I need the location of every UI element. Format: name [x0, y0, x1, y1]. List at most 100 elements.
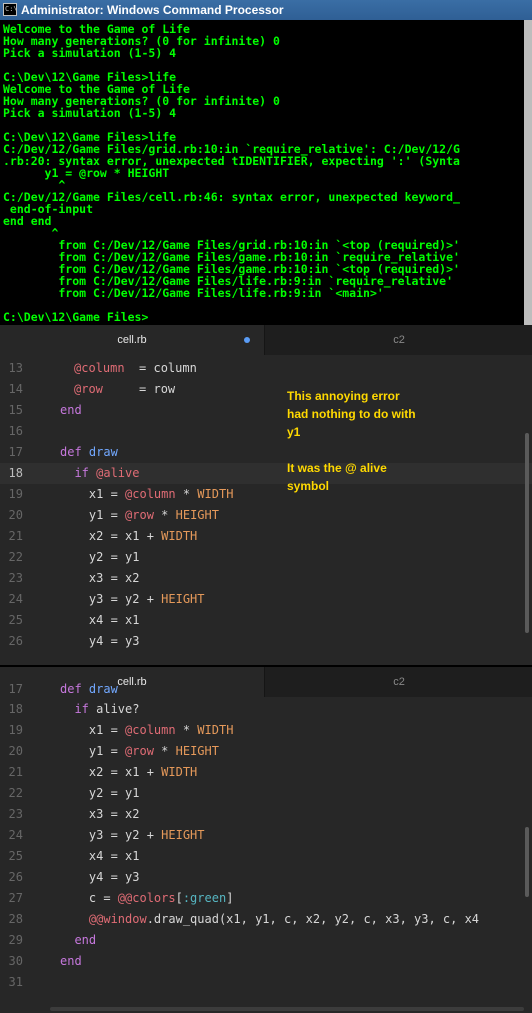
- code-text: if @alive: [60, 463, 139, 484]
- code-text: end: [60, 951, 82, 972]
- code-line[interactable]: 29 end: [0, 930, 532, 951]
- code-line[interactable]: 30 end: [0, 951, 532, 972]
- code-token: @@colors: [117, 891, 176, 905]
- code-text: y1 = @row * HEIGHT: [60, 505, 219, 526]
- line-number: 15: [8, 403, 23, 417]
- code-token: @@window: [88, 912, 147, 926]
- annotation-line: symbol: [287, 479, 330, 493]
- tab-cell-rb[interactable]: cell.rb: [0, 325, 264, 355]
- code-token: HEIGHT: [175, 744, 219, 758]
- line-number: 26: [8, 870, 23, 884]
- code-text: if alive?: [60, 699, 139, 720]
- code-text: @row = row: [74, 379, 175, 400]
- code-token: x1 =: [60, 487, 126, 501]
- line-number: 19: [8, 723, 23, 737]
- line-number: 17: [8, 445, 23, 459]
- code-token: draw: [88, 445, 118, 459]
- code-token: HEIGHT: [161, 592, 205, 606]
- code-text: y3 = y2 + HEIGHT: [60, 825, 205, 846]
- annotation-line: y1: [287, 425, 301, 439]
- annotation-note: This annoying error had nothing to do wi…: [287, 387, 487, 495]
- code-text: y1 = @row * HEIGHT: [60, 741, 219, 762]
- annotation-line: It was the @ alive: [287, 461, 387, 475]
- code-line[interactable]: 17 def draw: [0, 683, 532, 699]
- editor-pane-top[interactable]: cell.rb c2 13 @column = column 14 @row = ro…: [0, 325, 532, 665]
- code-token: @row: [125, 744, 154, 758]
- code-text: x1 = @column * WIDTH: [60, 484, 234, 505]
- code-area[interactable]: 17 def draw 18 if alive? 19 x1 = @column * …: [0, 683, 532, 993]
- code-line[interactable]: 31: [0, 972, 532, 993]
- code-line[interactable]: 22 y2 = y1: [0, 783, 532, 804]
- code-token: alive?: [96, 702, 140, 716]
- code-text: @@window.draw_quad(x1, y1, c, x2, y2, c,…: [60, 909, 479, 930]
- horizontal-scrollbar[interactable]: [50, 1007, 524, 1011]
- code-line[interactable]: 18 if alive?: [0, 699, 532, 720]
- code-line[interactable]: 20 y1 = @row * HEIGHT: [0, 741, 532, 762]
- code-text: end: [60, 400, 82, 421]
- code-line[interactable]: 23 x3 = x2: [0, 568, 532, 589]
- console-line: Pick a simulation (1-5) 4: [3, 46, 177, 60]
- code-line[interactable]: 20 y1 = @row * HEIGHT: [0, 505, 532, 526]
- tab-label: c2: [393, 334, 405, 346]
- line-number: 24: [8, 592, 23, 606]
- window-title-bar[interactable]: Administrator: Windows Command Processor: [0, 0, 532, 20]
- line-number: 28: [8, 912, 23, 926]
- unsaved-dot-icon: [244, 337, 250, 343]
- line-number: 22: [8, 550, 23, 564]
- console-line: C:\Dev\12\Game Files>: [3, 310, 149, 324]
- code-line[interactable]: 25 x4 = x1: [0, 610, 532, 631]
- console-line: Pick a simulation (1-5) 4: [3, 106, 177, 120]
- code-token: @column: [74, 361, 125, 375]
- editor-pane-bottom[interactable]: cell.rb c2 17 def draw 18 if alive? 19 x1 =…: [0, 667, 532, 1013]
- code-line[interactable]: 24 y3 = y2 + HEIGHT: [0, 825, 532, 846]
- code-text: x4 = x1: [60, 610, 140, 631]
- code-line[interactable]: 26 y4 = y3: [0, 631, 532, 652]
- command-prompt-window[interactable]: Administrator: Windows Command Processor…: [0, 0, 532, 325]
- code-text: @column = column: [74, 358, 197, 379]
- console-line: y1 = @row * HEIGHT: [3, 166, 170, 180]
- code-line[interactable]: 24 y3 = y2 + HEIGHT: [0, 589, 532, 610]
- code-text: def draw: [60, 442, 118, 463]
- code-token: x2 = x1 +: [60, 765, 162, 779]
- code-line[interactable]: 21 x2 = x1 + WIDTH: [0, 762, 532, 783]
- code-token: *: [175, 487, 198, 501]
- window-title: Administrator: Windows Command Processor: [21, 3, 284, 17]
- line-number: 18: [8, 466, 23, 480]
- code-line[interactable]: 13 @column = column: [0, 358, 532, 379]
- code-token: y4 = y3: [60, 634, 140, 648]
- code-text: y2 = y1: [60, 547, 140, 568]
- console-scrollbar[interactable]: [524, 20, 532, 325]
- vertical-scrollbar[interactable]: [525, 827, 529, 897]
- code-text: end: [60, 930, 96, 951]
- line-number: 20: [8, 744, 23, 758]
- console-output[interactable]: Welcome to the Game of Life How many gene…: [3, 23, 532, 323]
- code-token: WIDTH: [161, 765, 198, 779]
- code-token: *: [153, 508, 176, 522]
- line-number: 18: [8, 702, 23, 716]
- tab-c2[interactable]: c2: [264, 325, 532, 355]
- code-line[interactable]: 21 x2 = x1 + WIDTH: [0, 526, 532, 547]
- line-number: 23: [8, 807, 23, 821]
- line-number: 25: [8, 849, 23, 863]
- console-line: end end: [3, 214, 52, 228]
- code-text: x2 = x1 + WIDTH: [60, 762, 197, 783]
- code-line[interactable]: 19 x1 = @column * WIDTH: [0, 720, 532, 741]
- line-number: 30: [8, 954, 23, 968]
- code-token: y2 = y1: [60, 550, 140, 564]
- vertical-scrollbar[interactable]: [525, 433, 529, 633]
- code-token: y2 = y1: [60, 786, 140, 800]
- code-token: end: [60, 954, 82, 968]
- annotation-line: had nothing to do with: [287, 407, 416, 421]
- code-token: :green: [182, 891, 227, 905]
- tab-label: cell.rb: [117, 676, 147, 688]
- code-line[interactable]: 22 y2 = y1: [0, 547, 532, 568]
- code-line[interactable]: 23 x3 = x2: [0, 804, 532, 825]
- tab-label: c2: [393, 676, 405, 688]
- line-number: 22: [8, 786, 23, 800]
- code-line[interactable]: 25 x4 = x1: [0, 846, 532, 867]
- code-token: @column: [125, 487, 176, 501]
- code-line[interactable]: 27 c = @@colors[:green]: [0, 888, 532, 909]
- line-number: 13: [8, 361, 23, 375]
- code-line[interactable]: 26 y4 = y3: [0, 867, 532, 888]
- code-line[interactable]: 28 @@window.draw_quad(x1, y1, c, x2, y2,…: [0, 909, 532, 930]
